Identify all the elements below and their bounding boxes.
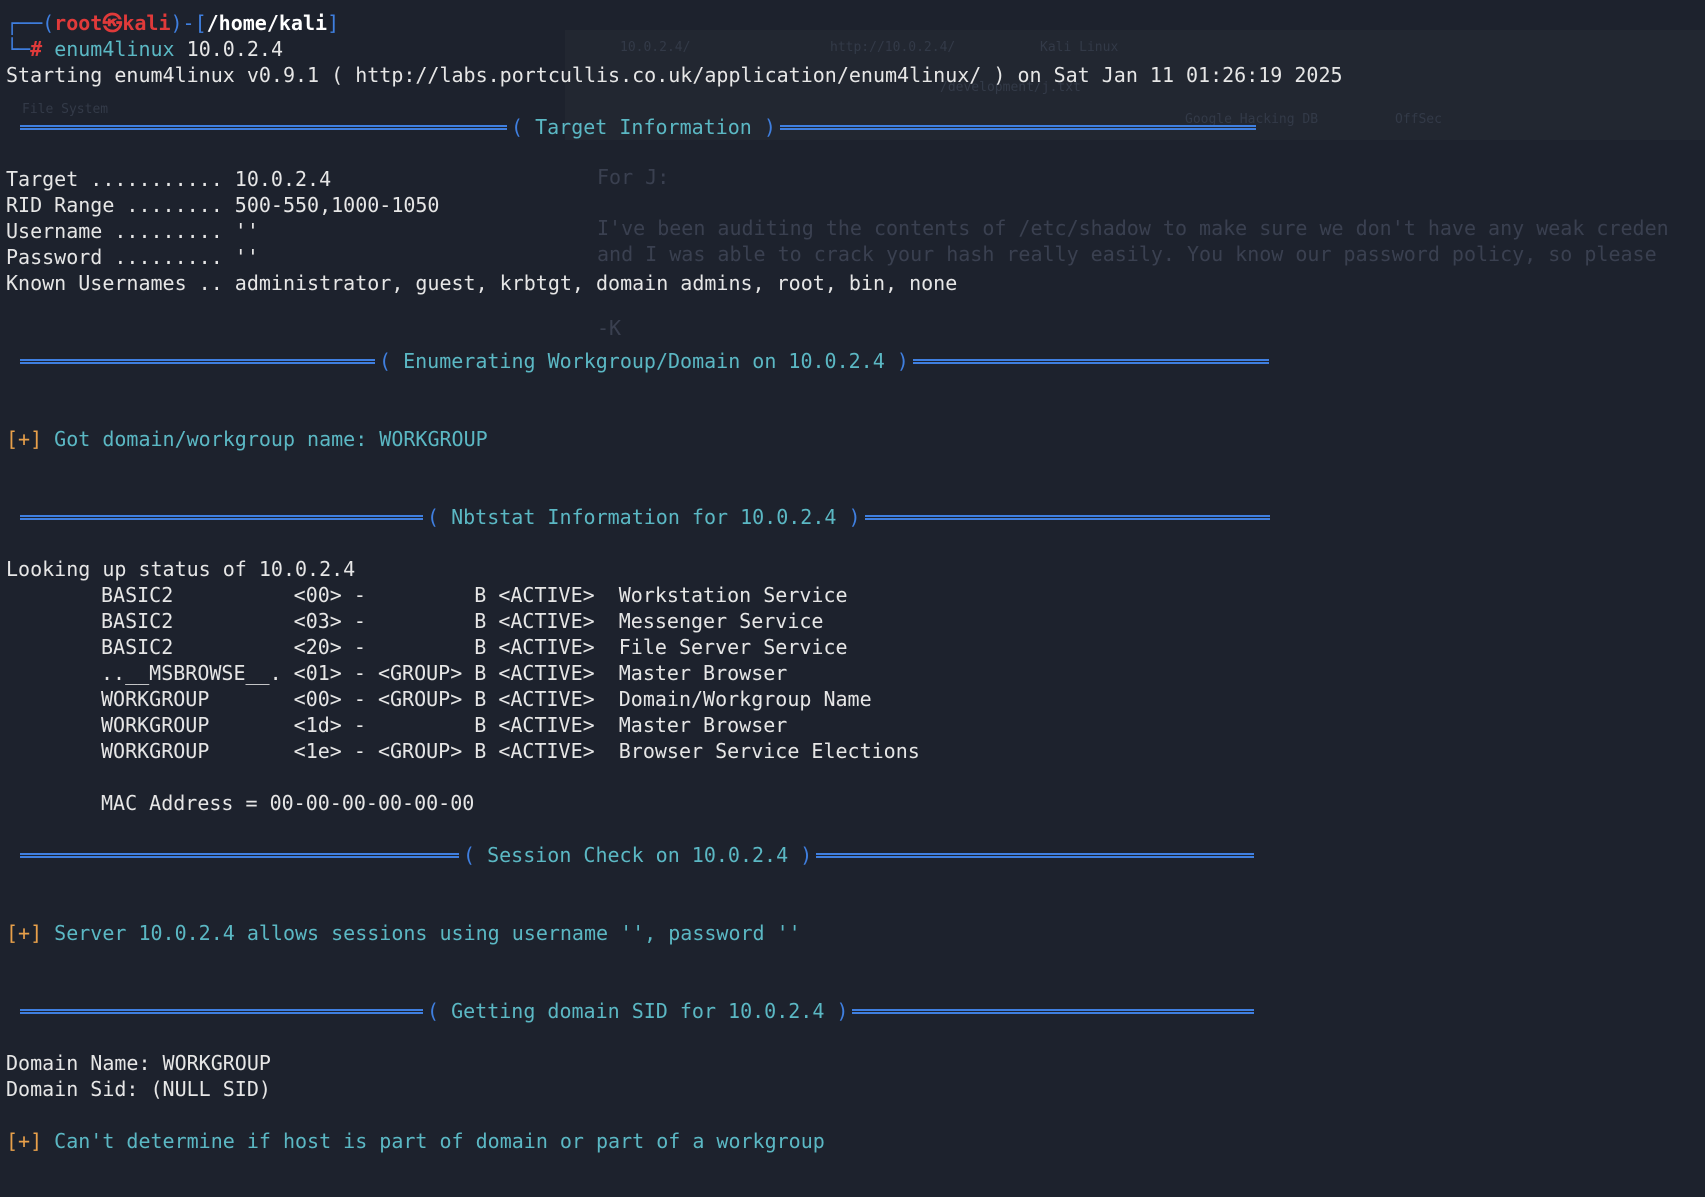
domain-result: Can't determine if host is part of domai… [54, 1129, 825, 1153]
nbtstat-row: WORKGROUP <1e> - <GROUP> B <ACTIVE> Brow… [101, 739, 920, 763]
section-title-nbtstat: Nbtstat Information for 10.0.2.4 [451, 505, 837, 529]
command-args: 10.0.2.4 [186, 37, 283, 61]
domain-name: Domain Name: WORKGROUP [6, 1051, 271, 1075]
target-info-line: Target ........... 10.0.2.4 [6, 167, 332, 191]
section-banner-sid: ( Getting domain SID for 10.0.2.4 ) [6, 998, 1705, 1024]
start-line: Starting enum4linux v0.9.1 ( http://labs… [6, 63, 1343, 87]
workgroup-result: Got domain/workgroup name: WORKGROUP [54, 427, 488, 451]
nbtstat-row: BASIC2 <20> - B <ACTIVE> File Server Ser… [101, 635, 848, 659]
section-banner-workgroup: ( Enumerating Workgroup/Domain on 10.0.2… [6, 348, 1705, 374]
nbtstat-lookup: Looking up status of 10.0.2.4 [6, 557, 356, 581]
nbtstat-row: ..__MSBROWSE__. <01> - <GROUP> B <ACTIVE… [101, 661, 788, 685]
nbtstat-row: WORKGROUP <1d> - B <ACTIVE> Master Brows… [101, 713, 788, 737]
prompt-host: kali [122, 11, 171, 35]
plus-marker: [+] [6, 427, 43, 451]
prompt-line: ┌──(root㉿kali)-[/home/kali] [6, 11, 340, 35]
target-info-line: RID Range ........ 500-550,1000-1050 [6, 193, 440, 217]
nbtstat-row: BASIC2 <00> - B <ACTIVE> Workstation Ser… [101, 583, 848, 607]
workgroup-result-line: [+] Got domain/workgroup name: WORKGROUP [6, 426, 1705, 452]
nbtstat-row: BASIC2 <03> - B <ACTIVE> Messenger Servi… [101, 609, 824, 633]
root-hash-icon: # [30, 37, 55, 61]
session-result-line: [+] Server 10.0.2.4 allows sessions usin… [6, 920, 1705, 946]
target-info-line: Known Usernames .. administrator, guest,… [6, 271, 958, 295]
section-title-sid: Getting domain SID for 10.0.2.4 [451, 999, 825, 1023]
prompt-corner-top: ┌──( [6, 11, 55, 35]
section-banner-session: ( Session Check on 10.0.2.4 ) [6, 842, 1705, 868]
domain-sid: Domain Sid: (NULL SID) [6, 1077, 271, 1101]
plus-marker: [+] [6, 1129, 43, 1153]
section-banner-nbtstat: ( Nbtstat Information for 10.0.2.4 ) [6, 504, 1705, 530]
prompt-user: root [54, 11, 103, 35]
domain-result-line: [+] Can't determine if host is part of d… [6, 1128, 1705, 1154]
section-title-workgroup: Enumerating Workgroup/Domain on 10.0.2.4 [403, 349, 885, 373]
section-title-session: Session Check on 10.0.2.4 [487, 843, 789, 867]
prompt-corner-bottom: └─ [6, 37, 31, 61]
command-name: enum4linux [54, 37, 175, 61]
target-info-line: Username ......... '' [6, 219, 259, 243]
command-line: └─# enum4linux 10.0.2.4 [6, 36, 1705, 62]
skull-icon: ㉿ [102, 11, 123, 35]
section-banner-target: ( Target Information ) [6, 114, 1705, 140]
plus-marker: [+] [6, 921, 43, 945]
nbtstat-row: WORKGROUP <00> - <GROUP> B <ACTIVE> Doma… [101, 687, 872, 711]
mac-address: MAC Address = 00-00-00-00-00-00 [101, 791, 475, 815]
terminal-output[interactable]: ┌──(root㉿kali)-[/home/kali] └─# enum4lin… [6, 10, 1705, 1154]
prompt-cwd: /home/kali [206, 11, 328, 35]
session-result: Server 10.0.2.4 allows sessions using us… [54, 921, 801, 945]
section-title-target: Target Information [535, 115, 752, 139]
target-info-line: Password ......... '' [6, 245, 259, 269]
